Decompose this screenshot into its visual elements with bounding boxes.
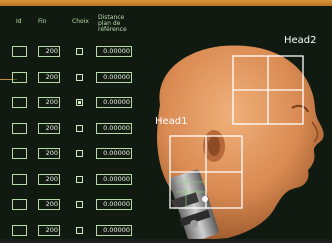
table-row: 200 0.00000 — [0, 71, 140, 84]
table-row: 200 0.00000 — [0, 46, 140, 58]
id-field[interactable] — [12, 71, 27, 83]
choix-checkbox[interactable] — [76, 48, 83, 55]
choix-checkbox[interactable] — [76, 175, 83, 183]
id-field[interactable] — [12, 122, 27, 134]
header-fin: Fin — [38, 18, 47, 25]
fin-field[interactable]: 200 — [38, 173, 60, 185]
id-field[interactable] — [12, 199, 27, 210]
fin-field[interactable]: 200 — [38, 71, 60, 83]
id-field[interactable] — [12, 46, 27, 57]
header-distance: Distance plan de référence — [98, 14, 127, 33]
id-field[interactable] — [12, 97, 27, 108]
fin-field[interactable]: 200 — [38, 122, 60, 134]
choix-checkbox[interactable] — [76, 73, 83, 81]
distance-field[interactable]: 0.00000 — [96, 199, 132, 210]
head1-label: Head1 — [155, 116, 188, 127]
header-choix: Choix — [72, 18, 89, 25]
fin-field[interactable]: 200 — [38, 148, 60, 159]
choix-checkbox[interactable] — [76, 226, 83, 234]
choix-checkbox[interactable] — [76, 201, 83, 208]
head2-label: Head2 — [284, 35, 317, 46]
choix-checkbox[interactable] — [76, 150, 83, 157]
distance-field[interactable]: 0.00000 — [96, 71, 132, 83]
fin-field[interactable]: 200 — [38, 46, 60, 57]
bottom-bar — [0, 239, 332, 243]
distance-field[interactable]: 0.00000 — [96, 97, 132, 108]
distance-field[interactable]: 0.00000 — [96, 46, 132, 57]
id-field[interactable] — [12, 173, 27, 185]
table-row: 200 0.00000 — [0, 97, 140, 109]
id-field[interactable] — [12, 148, 27, 159]
choix-checkbox[interactable] — [76, 99, 83, 106]
choix-checkbox[interactable] — [76, 124, 83, 132]
table-row: 200 0.00000 — [0, 173, 140, 186]
app-frame: Head2 Head1 Id Fin Choix Distance plan d… — [0, 0, 332, 243]
fin-field[interactable]: 200 — [38, 97, 60, 108]
distance-field[interactable]: 0.00000 — [96, 122, 132, 134]
id-field[interactable] — [12, 224, 27, 236]
distance-field[interactable]: 0.00000 — [96, 224, 132, 236]
fin-field[interactable]: 200 — [38, 224, 60, 236]
table-row: 200 0.00000 — [0, 224, 140, 237]
distance-field[interactable]: 0.00000 — [96, 173, 132, 185]
table-row: 200 0.00000 — [0, 148, 140, 160]
fin-field[interactable]: 200 — [38, 199, 60, 210]
header-id: Id — [16, 18, 22, 25]
distance-field[interactable]: 0.00000 — [96, 148, 132, 159]
table-row: 200 0.00000 — [0, 199, 140, 211]
table-row: 200 0.00000 — [0, 122, 140, 135]
